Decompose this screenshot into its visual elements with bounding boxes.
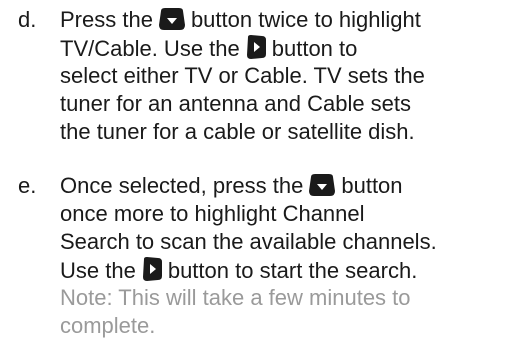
- step-marker: e.: [18, 173, 37, 198]
- right-arrow-button-icon: [140, 256, 164, 282]
- right-arrow-button-icon: [244, 34, 268, 60]
- note-line: Note: This will take a few minutes to: [60, 284, 411, 312]
- step-line: tuner for an antenna and Cable sets: [60, 90, 411, 118]
- step-text: button: [341, 173, 403, 198]
- step-text: tuner for an antenna and Cable sets: [60, 91, 412, 116]
- down-arrow-button-icon: [157, 7, 187, 31]
- instruction-document: d. Press the button twice to highlight TV…: [0, 0, 524, 349]
- step-line: Use the button to start the search.: [60, 256, 417, 285]
- step-line: Search to scan the available channels.: [60, 228, 437, 256]
- step-text: Search to scan the available channels.: [60, 229, 437, 254]
- step-text: button to: [271, 36, 358, 61]
- step-line: select either TV or Cable. TV sets the: [60, 62, 425, 90]
- note-line: complete.: [60, 312, 155, 340]
- step-line: Once selected, press the button: [60, 172, 403, 200]
- step-line: TV/Cable. Use the button to: [60, 34, 357, 63]
- step-text: Once selected, press the: [60, 173, 304, 198]
- step-marker: d.: [18, 7, 37, 32]
- step-line: once more to highlight Channel: [60, 200, 365, 228]
- step-line: Press the button twice to highlight: [60, 6, 421, 34]
- step-text: button twice to highlight: [190, 7, 421, 32]
- step-text: button to start the search.: [167, 258, 418, 283]
- step-text: select either TV or Cable. TV sets the: [60, 63, 425, 88]
- step-text: Press the: [60, 7, 153, 32]
- note-text: complete.: [60, 313, 156, 338]
- down-arrow-button-icon: [307, 173, 337, 197]
- note-text: Note: This will take a few minutes to: [60, 285, 411, 310]
- step-text: the tuner for a cable or satellite dish.: [60, 119, 415, 144]
- step-text: TV/Cable. Use the: [60, 36, 240, 61]
- step-text: Use the: [60, 258, 136, 283]
- step-line: the tuner for a cable or satellite dish.: [60, 118, 415, 146]
- step-text: once more to highlight Channel: [60, 201, 365, 226]
